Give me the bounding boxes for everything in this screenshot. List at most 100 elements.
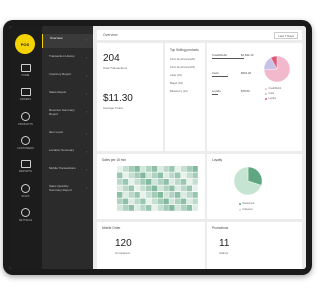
heatmap-cell <box>146 185 152 192</box>
rail-item-orders[interactable]: ORDERS <box>9 86 42 108</box>
heatmap-cell <box>186 198 192 205</box>
heatmap-cell <box>140 198 146 205</box>
heatmap-cell <box>151 205 158 211</box>
heatmap-cell <box>192 166 198 172</box>
legend-credit-debit: Credit/Debit <box>265 87 281 90</box>
heatmap-cell <box>186 205 192 211</box>
summary-card: 204 Total Transactions $11.30 Average Ti… <box>97 43 163 151</box>
heatmap-cell <box>151 192 158 198</box>
heatmap-cell <box>117 198 123 205</box>
menu-label: Sales Report <box>49 90 67 94</box>
heatmap-cell <box>163 172 169 179</box>
rail-item-staff[interactable]: STAFF <box>9 182 42 204</box>
legend-swatch <box>265 92 267 95</box>
heatmap-cell <box>146 172 152 179</box>
menu-item-transaction-history[interactable]: Transaction History › <box>42 52 93 66</box>
menu-item-sales-report[interactable]: Sales Report › <box>42 88 93 102</box>
brand-logo[interactable]: POS <box>15 34 35 54</box>
page-title: Overview <box>103 32 118 37</box>
payment-methods-pie <box>263 55 291 83</box>
heatmap-cell <box>192 198 198 205</box>
menu-item-location-summary[interactable]: Location Summary › <box>42 146 93 160</box>
heatmap-cell <box>117 185 123 192</box>
heatmap-cell <box>180 172 187 179</box>
heatmap-cell <box>169 205 175 211</box>
menu-item-inventory-report[interactable]: Inventory Report › <box>42 70 93 84</box>
date-range-select[interactable]: Last 7 Days <box>274 32 298 39</box>
heatmap-cell <box>128 198 134 205</box>
heatmap-cell <box>151 179 158 185</box>
legend-cash: Cash <box>265 92 274 95</box>
heatmap-cell <box>122 172 129 179</box>
chevron-right-icon: › <box>85 186 87 190</box>
rail-label: HOME <box>21 74 30 77</box>
average-ticket-value: $11.30 <box>103 93 133 104</box>
heatmap-cell <box>122 166 129 172</box>
heatmap-cell <box>175 172 181 179</box>
heatmap-cell <box>140 166 146 172</box>
menu-item-overview[interactable]: Overview › <box>42 34 93 48</box>
heatmap-cell <box>146 198 152 205</box>
map-icon <box>20 160 31 168</box>
heatmap-cell <box>134 166 140 172</box>
menu-item-sales-quantity[interactable]: Sales Quantity Summary Report › <box>42 182 93 200</box>
legend-collected: Collected <box>239 208 252 211</box>
sales-heatmap <box>117 166 198 211</box>
product-item: 12oz Americano(18) <box>170 65 196 69</box>
tablet-frame: POS HOME ORDERS PRODUCTS CUSTOMERS REPOR… <box>3 20 312 275</box>
chevron-right-icon: › <box>85 38 87 42</box>
rail-item-settings[interactable]: SETTINGS <box>9 206 42 228</box>
heatmap-cell <box>128 172 134 179</box>
chevron-right-icon: › <box>85 56 87 60</box>
heatmap-cell <box>128 192 134 198</box>
heatmap-cell <box>134 205 140 211</box>
rail-label: REPORTS <box>19 170 32 173</box>
grid-icon <box>20 64 31 72</box>
rail-item-products[interactable]: PRODUCTS <box>9 110 42 132</box>
promotions-value: 11 <box>219 238 230 249</box>
heatmap-cell <box>169 198 175 205</box>
heatmap-cell <box>169 172 175 179</box>
product-item: 12oz Americano(20) <box>170 57 196 61</box>
menu-item-revenue-summary[interactable]: Revenue Summary Report › <box>42 106 93 124</box>
heatmap-cell <box>122 179 129 185</box>
menu-label: Sales Quantity Summary Report <box>49 184 72 192</box>
loyalty-title: Loyalty <box>212 158 223 162</box>
mobile-orders-label: Completed <box>115 251 130 255</box>
menu-item-mobile-transactions[interactable]: Mobile Transactions › <box>42 164 93 178</box>
heatmap-cell <box>180 166 187 172</box>
report-menu: Overview › Transaction History › Invento… <box>42 26 93 269</box>
heatmap-cell <box>140 192 146 198</box>
heatmap-cell <box>169 192 175 198</box>
rail-item-customers[interactable]: CUSTOMERS <box>9 134 42 156</box>
rail-item-reports[interactable]: REPORTS <box>9 158 42 180</box>
rail-item-home[interactable]: HOME <box>9 62 42 84</box>
heatmap-cell <box>134 198 140 205</box>
heatmap-cell <box>169 166 175 172</box>
dashboard-content: Overview Last 7 Days 204 Total Transacti… <box>93 26 306 269</box>
heatmap-cell <box>151 166 158 172</box>
rail-label: CUSTOMERS <box>17 147 34 150</box>
heatmap-cell <box>122 192 129 198</box>
menu-item-item-level[interactable]: Item Level › <box>42 128 93 142</box>
heatmap-cell <box>122 185 129 192</box>
chevron-right-icon: › <box>85 132 87 136</box>
heatmap-cell <box>180 205 187 211</box>
method-bar <box>212 94 218 95</box>
heatmap-cell <box>122 198 129 205</box>
mobile-orders-card: Mobile Order 120 Completed <box>97 222 205 269</box>
heatmap-cell <box>186 172 192 179</box>
transactions-value: 204 <box>103 53 120 64</box>
legend-label: Loyalty <box>268 97 277 100</box>
heatmap-cell <box>192 205 198 211</box>
gear-icon <box>21 208 30 217</box>
sales-card: Sales per 15 min <box>97 154 205 219</box>
method-value: $1,842.10 <box>241 53 254 57</box>
heatmap-cell <box>169 179 175 185</box>
menu-label: Mobile Transactions <box>49 166 76 170</box>
heatmap-cell <box>134 172 140 179</box>
heatmap-cell <box>163 205 169 211</box>
heatmap-cell <box>117 205 123 211</box>
date-bar: Overview Last 7 Days <box>97 30 302 40</box>
legend-swatch <box>239 202 241 205</box>
